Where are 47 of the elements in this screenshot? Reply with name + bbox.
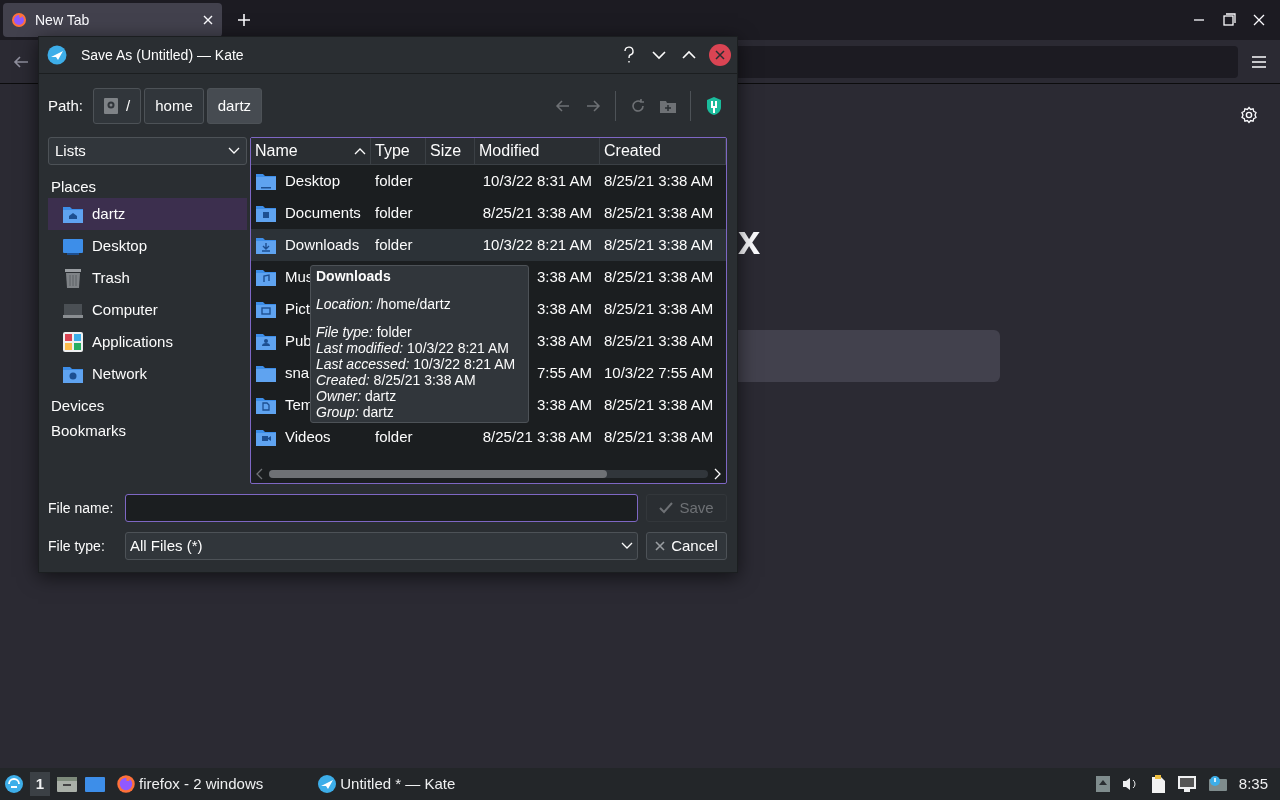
file-name: Pict xyxy=(285,298,310,319)
table-cell-text: folder xyxy=(375,202,413,223)
tooltip-line: Last modified: 10/3/22 8:21 AM xyxy=(316,340,511,356)
file-name: sna xyxy=(285,362,310,383)
table-cell-text: 10/3/22 8:21 AM xyxy=(482,234,592,255)
section-heading: Places xyxy=(50,177,98,197)
table-cell-text: folder xyxy=(375,170,413,191)
file-name: Documents xyxy=(285,202,361,223)
table-cell-text: 10/3/22 7:55 AM xyxy=(604,362,714,383)
table-cell-text: 10/3/22 8:31 AM xyxy=(482,170,592,191)
table-cell-text: 8/25/21 3:38 AM xyxy=(604,266,714,287)
file-name: Desktop xyxy=(285,170,341,191)
window-title: Save As (Untitled) — Kate xyxy=(81,45,244,65)
path-label: Path: xyxy=(48,95,84,116)
table-cell-text: 8/25/21 3:38 AM xyxy=(482,426,592,447)
tooltip-line: Last accessed: 10/3/22 8:21 AM xyxy=(316,356,517,372)
field-label: File type: xyxy=(48,536,106,556)
clock: 8:35 xyxy=(1238,773,1268,794)
table-cell-text: 7:55 AM xyxy=(536,362,592,383)
table-cell-text: folder xyxy=(375,426,413,447)
file-name: Pub xyxy=(285,330,312,351)
tooltip-line: Owner: dartz xyxy=(316,388,398,404)
table-cell-text: folder xyxy=(375,234,413,255)
section-heading: Bookmarks xyxy=(50,421,128,441)
tooltip-line: Created: 8/25/21 3:38 AM xyxy=(316,372,477,388)
table-cell-text: 3:38 AM xyxy=(536,298,592,319)
table-cell-text: 8/25/21 3:38 AM xyxy=(604,298,714,319)
field-label: File name: xyxy=(48,498,115,518)
table-cell-text: 8/25/21 3:38 AM xyxy=(604,234,714,255)
tooltip-line: Location: /home/dartz xyxy=(316,296,452,312)
table-cell-text: 8/25/21 3:38 AM xyxy=(604,394,714,415)
section-heading: Devices xyxy=(50,396,106,416)
tooltip-title: Downloads xyxy=(316,268,392,284)
file-name: Downloads xyxy=(285,234,360,255)
table-cell-text: 3:38 AM xyxy=(536,330,592,351)
tooltip-line: Group: dartz xyxy=(316,404,395,420)
page-heading: x xyxy=(738,218,761,262)
table-cell-text: 3:38 AM xyxy=(536,394,592,415)
table-cell-text: 8/25/21 3:38 AM xyxy=(604,330,714,351)
table-cell-text: 3:38 AM xyxy=(536,266,592,287)
tab-title: New Tab xyxy=(35,10,91,30)
table-cell-text: 8/25/21 3:38 AM xyxy=(604,426,714,447)
table-cell-text: 8/25/21 3:38 AM xyxy=(604,170,714,191)
table-cell-text: 8/25/21 3:38 AM xyxy=(604,202,714,223)
file-name: Videos xyxy=(285,426,331,447)
tooltip-line: File type: folder xyxy=(316,324,413,340)
table-cell-text: 8/25/21 3:38 AM xyxy=(482,202,592,223)
